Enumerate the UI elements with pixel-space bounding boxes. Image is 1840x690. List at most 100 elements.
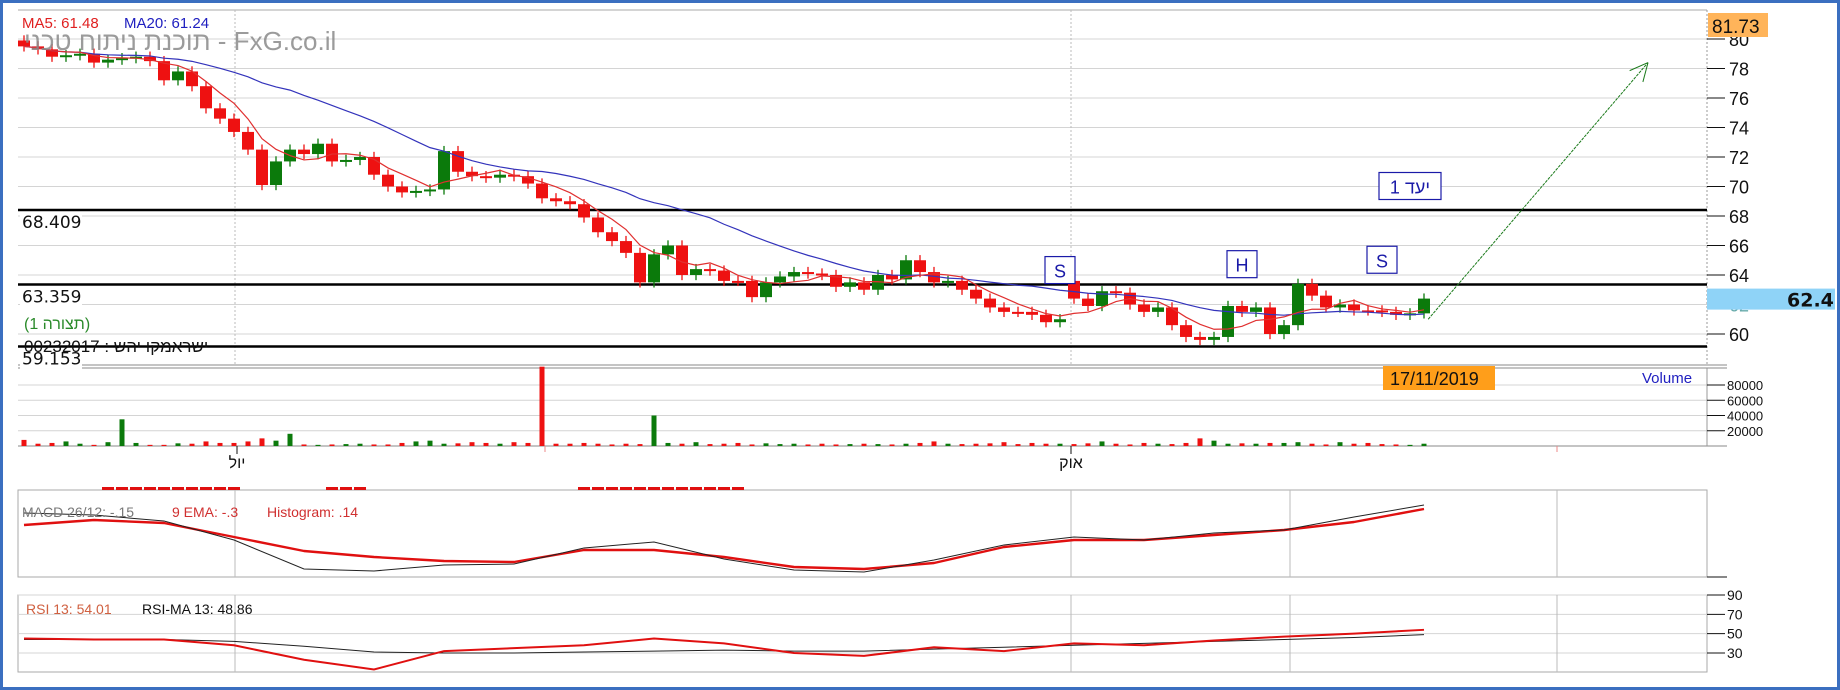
price-tick-label: 76: [1729, 89, 1749, 109]
volume-bar: [973, 443, 979, 446]
volume-bar: [665, 442, 671, 446]
price-tick-label: 68: [1729, 207, 1749, 227]
candle-down: [1138, 304, 1150, 312]
candle-down: [620, 241, 632, 253]
volume-bar: [77, 443, 83, 446]
volume-bar: [889, 444, 895, 446]
macd-histogram-bar: [186, 487, 198, 490]
rsi-tick-label: 30: [1727, 645, 1743, 661]
volume-bar: [791, 443, 797, 446]
volume-bar: [343, 444, 349, 446]
stock-chart[interactable]: 68.40963.35959.153 807876747270686664626…: [0, 0, 1840, 690]
price-tick-label: 70: [1729, 178, 1749, 198]
volume-bar: [63, 441, 69, 446]
candle-down: [858, 282, 870, 290]
candle-up: [690, 269, 702, 275]
volume-bar: [721, 443, 727, 446]
volume-bar: [651, 415, 657, 446]
volume-bar: [1225, 443, 1231, 446]
candle-down: [970, 289, 982, 299]
candle-up: [648, 254, 660, 283]
volume-bar: [49, 442, 55, 446]
volume-bar: [371, 444, 377, 446]
macd-histogram-bar: [732, 487, 744, 490]
candle-down: [1082, 298, 1094, 306]
candle-down: [732, 280, 744, 283]
ema-legend: 9 EMA: -.3: [172, 504, 238, 520]
candle-down: [1180, 325, 1192, 337]
macd-histogram-bar: [620, 487, 632, 490]
rsi-tick-label: 90: [1727, 587, 1743, 603]
pattern-box-label: יעד 1: [1390, 178, 1430, 198]
candle-down: [592, 217, 604, 233]
volume-bar: [385, 444, 391, 446]
price-tick-label: 64: [1729, 266, 1749, 286]
candle-down: [1376, 310, 1388, 313]
volume-bar: [413, 441, 419, 446]
macd-pane: [23, 487, 1425, 573]
volume-bar: [399, 442, 405, 446]
volume-bar: [1029, 442, 1035, 446]
volume-bar: [189, 443, 195, 446]
ma5-line: [23, 45, 1425, 330]
candle-up: [844, 282, 856, 287]
volume-bar: [861, 443, 867, 446]
volume-bar: [119, 419, 125, 446]
volume-bar: [427, 440, 433, 446]
price-tick-label: 74: [1729, 119, 1749, 139]
candle-down: [914, 260, 926, 273]
price-tick-label: 66: [1729, 237, 1749, 257]
volume-bar: [273, 440, 279, 446]
candle-down: [634, 252, 646, 283]
volume-bar: [1407, 444, 1413, 446]
x-tick-label: יול: [229, 454, 246, 472]
volume-tick-label: 40000: [1727, 409, 1763, 424]
candle-up: [424, 189, 436, 192]
volume-bar: [455, 443, 461, 446]
macd-histogram-bar: [648, 487, 660, 490]
volume-bar: [777, 444, 783, 446]
volume-bar: [1113, 443, 1119, 446]
volume-bar: [609, 444, 615, 446]
volume-bar: [315, 444, 321, 446]
candle-down: [1040, 314, 1052, 323]
volume-bar: [329, 444, 335, 446]
macd-histogram-bar: [214, 487, 226, 490]
macd-histogram-bar: [326, 487, 338, 490]
volume-bar: [217, 442, 223, 446]
volume-bar: [1057, 443, 1063, 446]
volume-bar: [301, 444, 307, 446]
macd-histogram-bar: [144, 487, 156, 490]
volume-bar: [1015, 444, 1021, 446]
volume-bar: [875, 444, 881, 446]
macd-histogram-bar: [704, 487, 716, 490]
candle-up: [172, 71, 184, 81]
volume-bar: [469, 442, 475, 446]
volume-label: Volume: [1642, 370, 1692, 387]
volume-bar: [945, 443, 951, 446]
candle-down: [606, 232, 618, 242]
candle-down: [298, 149, 310, 155]
volume-bar: [1099, 441, 1105, 446]
level-label: 63.359: [22, 287, 81, 307]
candle-down: [1320, 295, 1332, 308]
candle-down: [1110, 291, 1122, 294]
candle-up: [1054, 319, 1066, 323]
volume-bar: [917, 442, 923, 446]
volume-bar: [679, 443, 685, 446]
volume-bar: [1281, 442, 1287, 446]
volume-bar: [245, 441, 251, 446]
volume-bar: [595, 443, 601, 446]
volume-bar: [1393, 444, 1399, 446]
level-label: 68.409: [22, 213, 81, 233]
candle-up: [340, 159, 352, 162]
price-tick-label: 78: [1729, 60, 1749, 80]
candle-up: [942, 280, 954, 283]
candle-down: [214, 108, 226, 119]
candle-down: [480, 176, 492, 179]
macd-histogram-bar: [592, 487, 604, 490]
volume-tick-label: 20000: [1727, 424, 1763, 439]
volume-tick-label: 60000: [1727, 393, 1763, 408]
volume-bar: [231, 442, 237, 446]
moving-averages: [23, 45, 1425, 330]
